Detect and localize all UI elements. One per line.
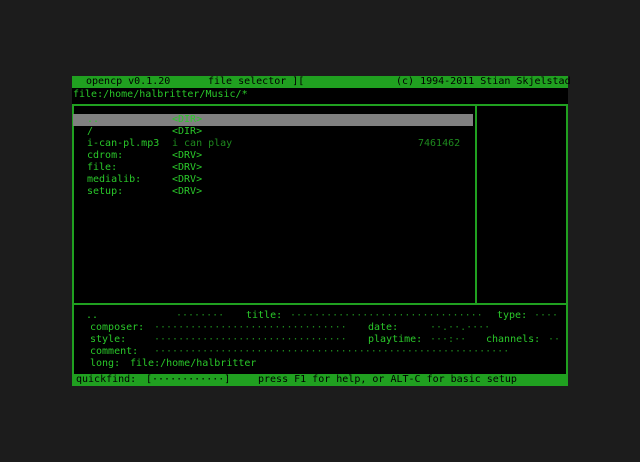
file-name: ..	[87, 114, 100, 125]
composer-value: ································	[154, 322, 347, 333]
long-label: long:	[90, 358, 121, 369]
long-value: file:/home/halbritter	[130, 358, 257, 369]
list-item-root-dir[interactable]: / <DIR>	[73, 126, 473, 138]
file-type: <DRV>	[172, 186, 203, 197]
list-item-setup[interactable]: setup: <DRV>	[73, 186, 473, 198]
comment-label: comment:	[90, 346, 139, 357]
list-item-medialib[interactable]: medialib: <DRV>	[73, 174, 473, 186]
file-name: medialib:	[87, 174, 142, 185]
top-divider	[72, 104, 568, 106]
file-type: <DIR>	[172, 126, 203, 137]
list-item-mp3[interactable]: i-can-pl.mp3 i can play 7461462	[73, 138, 473, 150]
file-type: <DRV>	[172, 174, 203, 185]
info-name: ..	[86, 310, 99, 321]
copyright: (c) 1994-2011 Stian Skjelstad	[396, 76, 571, 87]
list-item-file-drive[interactable]: file: <DRV>	[73, 162, 473, 174]
composer-label: composer:	[90, 322, 145, 333]
file-type: <DIR>	[172, 114, 203, 125]
file-name: i-can-pl.mp3	[87, 138, 160, 149]
help-hint: press F1 for help, or ALT-C for basic se…	[258, 374, 517, 385]
style-label: style:	[90, 334, 127, 345]
date-label: date:	[368, 322, 399, 333]
opencp-screen: opencp v0.1.20 file selector ][ (c) 1994…	[72, 76, 571, 386]
file-type: <DRV>	[172, 150, 203, 161]
file-type: <DRV>	[172, 162, 203, 173]
panel-divider	[475, 104, 477, 303]
type-value: ····	[534, 310, 559, 321]
file-name: setup:	[87, 186, 124, 197]
file-size: 7461462	[418, 138, 461, 149]
channels-value: ··	[548, 334, 561, 345]
right-border	[566, 104, 568, 374]
title-bar: opencp v0.1.20 file selector ][ (c) 1994…	[72, 76, 571, 88]
channels-label: channels:	[486, 334, 541, 345]
status-bar: quickfind: [············] press F1 for h…	[72, 374, 568, 386]
date-value: ··.··.····	[430, 322, 491, 333]
file-name: /	[87, 126, 94, 137]
current-path: file:/home/halbritter/Music/*	[73, 89, 248, 100]
playtime-value: ···:··	[430, 334, 467, 345]
file-name: cdrom:	[87, 150, 124, 161]
type-label: type:	[497, 310, 528, 321]
file-name: file:	[87, 162, 118, 173]
quickfind-input[interactable]: [············]	[146, 374, 230, 386]
info-divider	[72, 303, 568, 305]
list-item-cdrom[interactable]: cdrom: <DRV>	[73, 150, 473, 162]
quickfind-label: quickfind:	[76, 374, 137, 385]
app-title: opencp v0.1.20	[86, 76, 171, 87]
mode-title: file selector ][	[208, 76, 305, 87]
title-label: title:	[246, 310, 283, 321]
title-value: ································	[290, 310, 483, 321]
info-name-dots: ········	[176, 310, 225, 321]
list-item-parent-dir[interactable]: .. <DIR>	[73, 114, 473, 126]
file-title: i can play	[172, 138, 233, 149]
playtime-label: playtime:	[368, 334, 423, 345]
style-value: ································	[154, 334, 347, 345]
comment-value: ········································…	[154, 346, 510, 357]
